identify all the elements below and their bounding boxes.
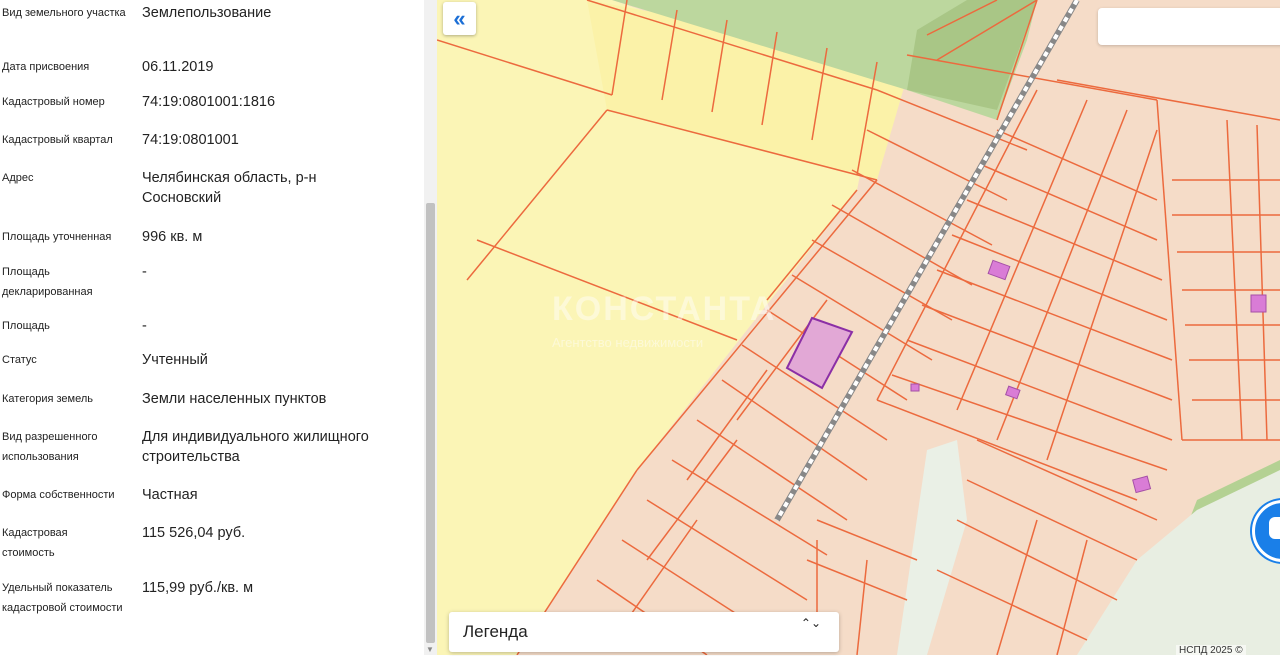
chevron-up-down-icon: ⌃⌄ xyxy=(800,616,821,630)
map-attribution: НСПД 2025 © xyxy=(1176,645,1246,656)
info-label: Удельный показатель кадастровой стоимост… xyxy=(2,582,123,614)
legend-selector[interactable]: Легенда ⌃⌄ xyxy=(449,612,839,652)
info-value: Земли населенных пунктов xyxy=(142,391,327,407)
info-value: 74:19:0801001 xyxy=(142,132,239,148)
double-chevron-left-icon: « xyxy=(453,5,466,31)
scroll-down-arrow-icon[interactable]: ▼ xyxy=(426,645,434,654)
info-label: Адрес xyxy=(2,172,34,184)
info-label: Кадастровая стоимость xyxy=(2,527,68,559)
info-value: Челябинская область, р-н Сосновский xyxy=(142,170,317,206)
chat-bubble-icon xyxy=(1269,517,1280,539)
info-value: 06.11.2019 xyxy=(142,59,214,75)
info-value: Для индивидуального жилищного строительс… xyxy=(142,429,369,465)
info-value: Землепользование xyxy=(142,5,272,21)
info-value: 996 кв. м xyxy=(142,229,203,245)
info-label: Дата присвоения xyxy=(2,61,90,73)
collapse-panel-button[interactable]: « xyxy=(443,2,476,35)
info-label: Статус xyxy=(2,354,37,366)
info-label: Вид разрешенного использования xyxy=(2,431,98,463)
info-value: Учтенный xyxy=(142,352,208,368)
scrollbar-thumb[interactable] xyxy=(426,203,435,643)
watermark-subtitle: Агентство недвижимости xyxy=(552,335,704,350)
info-value: - xyxy=(142,318,147,334)
info-label: Кадастровый квартал xyxy=(2,134,113,146)
info-label: Площадь декларированная xyxy=(2,266,93,298)
info-value: 115,99 руб./кв. м xyxy=(142,580,254,596)
info-label: Вид земельного участка xyxy=(2,7,126,19)
info-label: Категория земель xyxy=(2,393,93,405)
info-label: Форма собственности xyxy=(2,489,115,501)
panel-scrollbar[interactable]: ▼ xyxy=(424,0,437,655)
info-value: Частная xyxy=(142,487,198,503)
info-label: Площадь уточненная xyxy=(2,231,112,243)
map-search-bar[interactable] xyxy=(1098,8,1280,45)
watermark-logo: КОНСТАНТА xyxy=(552,290,777,328)
cadastral-map[interactable]: КОНСТАНТА Агентство недвижимости xyxy=(437,0,1280,655)
building-marker xyxy=(1250,294,1267,313)
info-value: - xyxy=(142,264,147,280)
parcel-info-panel: Вид земельного участка Землепользование … xyxy=(0,0,424,655)
building-marker xyxy=(910,383,920,392)
info-value: 115 526,04 руб. xyxy=(142,525,246,541)
info-value: 74:19:0801001:1816 xyxy=(142,94,276,110)
info-label: Кадастровый номер xyxy=(2,96,105,108)
info-label: Площадь xyxy=(2,320,50,332)
legend-label: Легенда xyxy=(463,622,528,641)
